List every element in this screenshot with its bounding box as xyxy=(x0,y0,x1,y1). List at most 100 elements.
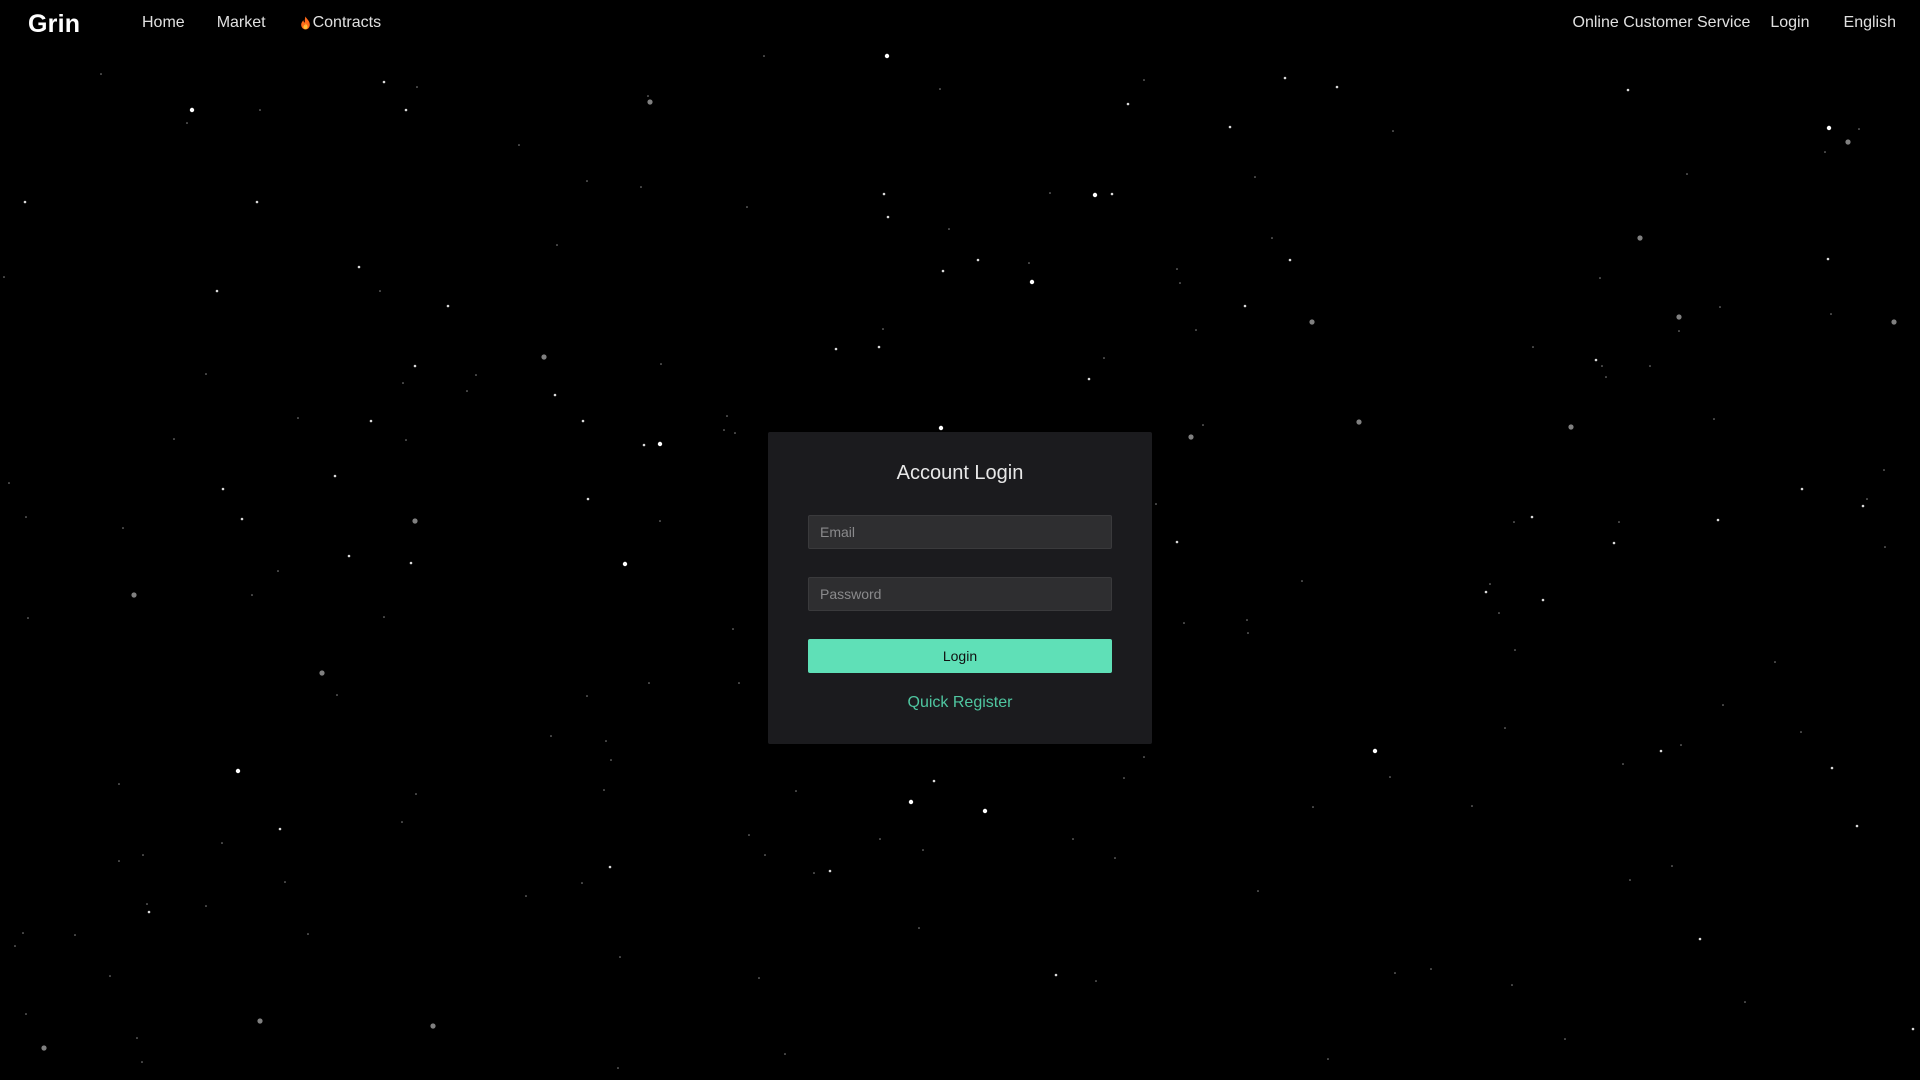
star xyxy=(525,895,527,897)
star xyxy=(939,88,941,90)
star xyxy=(1389,776,1391,778)
star xyxy=(758,977,760,979)
star xyxy=(763,55,765,57)
star xyxy=(1028,262,1030,264)
star xyxy=(1855,824,1859,828)
star xyxy=(828,869,832,873)
star xyxy=(14,945,16,947)
star xyxy=(446,304,450,308)
nav-market-link[interactable]: Market xyxy=(217,14,266,32)
star xyxy=(1649,365,1651,367)
star xyxy=(982,808,988,814)
star xyxy=(1246,619,1248,621)
star xyxy=(1883,469,1885,471)
nav-login-link[interactable]: Login xyxy=(1770,14,1809,32)
star xyxy=(401,821,403,823)
star xyxy=(186,122,188,124)
star xyxy=(412,518,418,524)
star xyxy=(255,200,259,204)
star xyxy=(518,144,520,146)
star xyxy=(3,276,5,278)
star xyxy=(586,180,588,182)
language-selector[interactable]: English xyxy=(1844,14,1896,32)
star xyxy=(347,554,351,558)
star xyxy=(1826,257,1830,261)
star xyxy=(1257,890,1259,892)
star xyxy=(8,482,10,484)
email-input[interactable] xyxy=(808,515,1112,549)
star xyxy=(118,783,120,785)
star xyxy=(723,429,725,431)
star xyxy=(1530,515,1534,519)
star xyxy=(1671,865,1673,867)
star xyxy=(1176,268,1178,270)
star xyxy=(1114,857,1116,859)
star xyxy=(1283,76,1287,80)
star xyxy=(886,215,890,219)
star xyxy=(1622,763,1624,765)
star xyxy=(660,363,662,365)
star xyxy=(1143,79,1145,81)
star xyxy=(416,86,418,88)
star xyxy=(475,374,477,376)
star xyxy=(610,759,612,761)
star xyxy=(1601,365,1603,367)
nav-contracts-link[interactable]: Contracts xyxy=(300,14,381,32)
login-title: Account Login xyxy=(896,462,1024,484)
star xyxy=(1605,376,1607,378)
star xyxy=(1301,580,1303,582)
quick-register-link[interactable]: Quick Register xyxy=(768,694,1152,712)
star xyxy=(1394,972,1396,974)
star xyxy=(648,682,650,684)
star xyxy=(409,561,413,565)
star xyxy=(1698,937,1702,941)
star xyxy=(1143,756,1145,758)
star xyxy=(1513,521,1515,523)
star xyxy=(1087,377,1091,381)
star xyxy=(1271,237,1273,239)
star xyxy=(221,842,223,844)
star xyxy=(605,740,607,742)
star xyxy=(1626,88,1630,92)
star xyxy=(333,474,337,478)
star xyxy=(764,854,766,856)
star xyxy=(205,373,207,375)
star xyxy=(795,790,797,792)
star xyxy=(1866,498,1868,500)
star xyxy=(581,419,585,423)
star xyxy=(882,328,884,330)
star xyxy=(581,882,583,884)
star xyxy=(1744,1001,1746,1003)
star xyxy=(556,244,558,246)
star xyxy=(1719,306,1721,308)
star xyxy=(109,975,111,977)
star xyxy=(1568,424,1574,430)
star xyxy=(23,200,27,204)
star xyxy=(74,934,76,936)
star xyxy=(1054,973,1058,977)
star xyxy=(1680,744,1682,746)
star xyxy=(1327,1058,1329,1060)
star xyxy=(1541,598,1545,602)
star xyxy=(415,793,417,795)
star xyxy=(1716,518,1720,522)
password-input[interactable] xyxy=(808,577,1112,611)
star xyxy=(1484,590,1488,594)
star xyxy=(22,932,24,934)
nav-home-link[interactable]: Home xyxy=(142,14,185,32)
star xyxy=(100,73,102,75)
star xyxy=(404,108,408,112)
star xyxy=(122,527,124,529)
star xyxy=(948,228,950,230)
star xyxy=(319,670,325,676)
login-card: Account Login Login Quick Register xyxy=(768,432,1152,744)
star xyxy=(136,1037,138,1039)
brand-logo[interactable]: Grin xyxy=(28,10,80,39)
star xyxy=(1049,192,1051,194)
star xyxy=(1498,612,1500,614)
star xyxy=(142,854,144,856)
star xyxy=(1911,1027,1915,1031)
login-button[interactable]: Login xyxy=(808,639,1112,673)
customer-service-link[interactable]: Online Customer Service xyxy=(1573,14,1751,32)
star xyxy=(1618,521,1620,523)
